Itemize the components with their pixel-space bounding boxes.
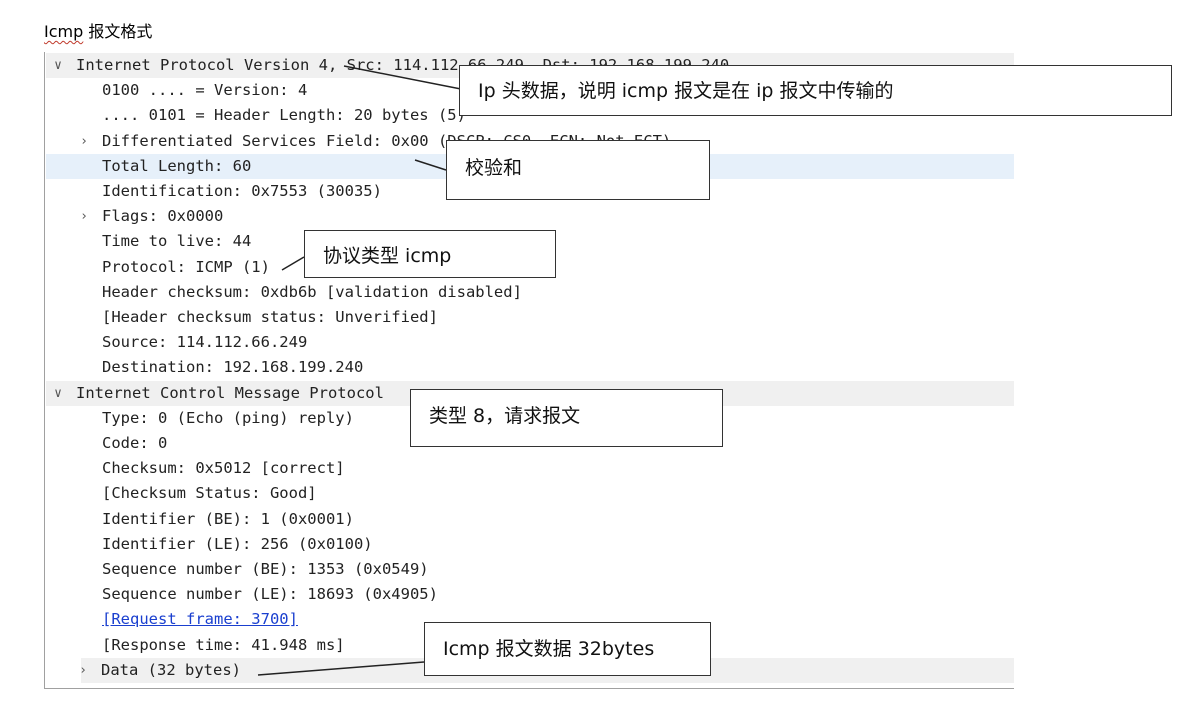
callout-data: Icmp 报文数据 32bytes bbox=[424, 622, 711, 676]
callout-protocol: 协议类型 icmp bbox=[304, 230, 556, 278]
callout-data-text: Icmp 报文数据 32bytes bbox=[443, 638, 655, 660]
callout-checksum: 校验和 bbox=[446, 140, 710, 200]
leader-checksum bbox=[414, 159, 447, 171]
callout-protocol-text: 协议类型 icmp bbox=[323, 245, 452, 267]
leader-protocol bbox=[281, 256, 305, 271]
leader-data bbox=[257, 661, 425, 676]
callout-type: 类型 8，请求报文 bbox=[410, 389, 723, 447]
callout-ip-header-text: Ip 头数据，说明 icmp 报文是在 ip 报文中传输的 bbox=[478, 80, 894, 102]
callout-type-text: 类型 8，请求报文 bbox=[429, 405, 581, 427]
callout-ip-header: Ip 头数据，说明 icmp 报文是在 ip 报文中传输的 bbox=[459, 65, 1172, 116]
callout-checksum-text: 校验和 bbox=[465, 157, 523, 179]
leader-ip-header bbox=[343, 65, 467, 91]
